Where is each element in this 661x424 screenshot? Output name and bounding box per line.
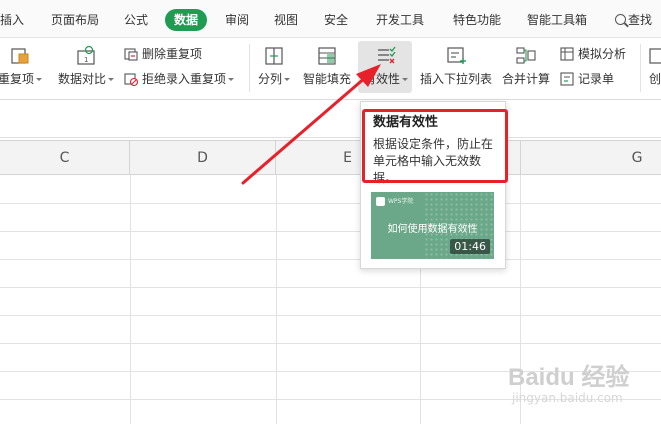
svg-text:1: 1 bbox=[84, 56, 88, 64]
split-columns-icon bbox=[263, 45, 285, 67]
column-header-g[interactable]: G bbox=[520, 141, 661, 175]
what-if-analysis-button[interactable]: 模拟分析 bbox=[560, 45, 626, 63]
tab-developer[interactable]: 开发工具 bbox=[376, 9, 424, 31]
merge-calculation-button[interactable]: 合并计算 bbox=[500, 45, 552, 86]
video-duration: 01:46 bbox=[450, 239, 490, 254]
validity-icon bbox=[375, 45, 397, 67]
merge-calc-icon bbox=[515, 45, 537, 67]
duplicates-icon bbox=[9, 45, 31, 67]
column-header-d[interactable]: D bbox=[130, 141, 276, 175]
tutorial-video-thumbnail[interactable]: WPS学院 如何使用数据有效性 01:46 bbox=[371, 192, 494, 259]
tab-page-layout[interactable]: 页面布局 bbox=[51, 9, 99, 31]
baidu-watermark: Baidu 经验 jingyan.baidu.com bbox=[500, 357, 660, 417]
record-form-button[interactable]: 记录单 bbox=[560, 70, 614, 88]
watermark-logo-text: Baidu 经验 bbox=[508, 364, 630, 391]
tab-formula[interactable]: 公式 bbox=[124, 9, 148, 31]
search-command[interactable]: 查找 bbox=[615, 9, 652, 31]
delete-duplicates-button[interactable]: 删除重复项 bbox=[124, 45, 202, 63]
grid-line bbox=[276, 175, 277, 424]
watermark-url: jingyan.baidu.com bbox=[512, 391, 623, 405]
dropdown-list-icon bbox=[445, 45, 467, 67]
search-icon bbox=[615, 14, 626, 25]
delete-duplicates-icon bbox=[124, 47, 138, 61]
insert-dropdown-list-button[interactable]: 插入下拉列表 bbox=[418, 45, 494, 86]
tab-security[interactable]: 安全 bbox=[324, 9, 348, 31]
grid-line bbox=[0, 343, 661, 344]
tab-features[interactable]: 特色功能 bbox=[453, 9, 501, 31]
grid-line bbox=[0, 259, 661, 260]
column-header-c[interactable]: C bbox=[0, 141, 130, 175]
ribbon-separator bbox=[640, 44, 641, 92]
formula-bar-area bbox=[0, 100, 661, 138]
grid-line bbox=[0, 287, 661, 288]
annotation-highlight-box bbox=[362, 109, 508, 183]
video-title: 如何使用数据有效性 bbox=[387, 224, 478, 235]
data-compare-button[interactable]: 1 数据对比 bbox=[56, 45, 116, 86]
create-group-button[interactable]: 创 bbox=[645, 45, 661, 86]
compare-icon: 1 bbox=[75, 45, 97, 67]
record-form-icon bbox=[560, 72, 574, 86]
grid-line bbox=[0, 203, 661, 204]
column-header-row: C D E G bbox=[0, 140, 661, 175]
smart-fill-icon bbox=[316, 45, 338, 67]
create-group-icon bbox=[647, 45, 661, 67]
grid-line bbox=[0, 315, 661, 316]
reject-duplicates-icon bbox=[124, 72, 139, 87]
grid-line bbox=[130, 175, 131, 424]
data-validity-button[interactable]: 有效性 bbox=[360, 45, 412, 86]
ribbon-separator bbox=[249, 44, 250, 92]
wps-logo-icon bbox=[376, 197, 385, 206]
tab-view[interactable]: 视图 bbox=[274, 9, 298, 31]
ribbon-tab-bar: 插入 页面布局 公式 数据 审阅 视图 安全 开发工具 特色功能 智能工具箱 查… bbox=[0, 0, 661, 38]
tab-smart-toolbox[interactable]: 智能工具箱 bbox=[527, 9, 587, 31]
tab-insert[interactable]: 插入 bbox=[0, 9, 24, 31]
smart-fill-button[interactable]: 智能填充 bbox=[300, 45, 354, 86]
highlight-duplicates-button[interactable]: 重复项 bbox=[0, 45, 46, 86]
grid-line bbox=[0, 231, 661, 232]
reject-duplicates-button[interactable]: 拒绝录入重复项 bbox=[124, 70, 235, 88]
video-brand: WPS学院 bbox=[388, 198, 414, 205]
tab-review[interactable]: 审阅 bbox=[225, 9, 249, 31]
split-columns-button[interactable]: 分列 bbox=[255, 45, 293, 86]
analysis-icon bbox=[560, 47, 574, 61]
tab-data[interactable]: 数据 bbox=[165, 9, 208, 31]
